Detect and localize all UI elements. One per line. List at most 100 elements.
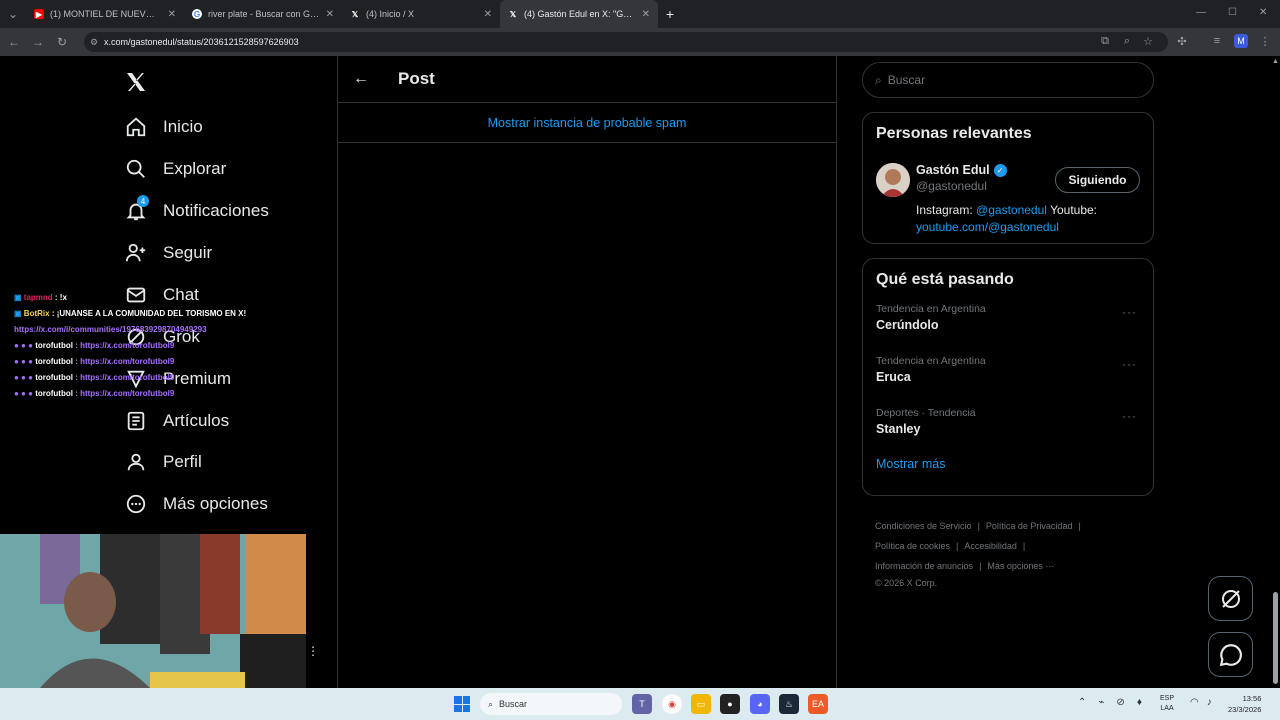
taskbar-search-label: Buscar <box>499 699 528 709</box>
sidebar-item-perfil[interactable]: Perfil <box>124 447 202 477</box>
tab-x-home[interactable]: 𝕏 (4) Inicio / X ✕ <box>342 0 500 28</box>
discord-icon[interactable]: ◕ <box>750 694 770 714</box>
footer-link[interactable]: Política de Privacidad <box>986 521 1073 531</box>
tab-title: (4) Gastón Edul en X: "Gonzalo <box>524 9 636 19</box>
post-header: ← Post <box>338 56 836 103</box>
bookmark-star-icon[interactable]: ☆ <box>1141 34 1155 48</box>
x-logo-icon[interactable] <box>124 70 148 101</box>
language-indicator[interactable]: ESP LAA <box>1160 694 1174 714</box>
network-icon[interactable]: ⌁ <box>1098 697 1104 708</box>
sidebar-item-label: Artículos <box>163 411 230 430</box>
show-more-link[interactable]: Mostrar más <box>863 457 1153 471</box>
forward-icon[interactable]: → <box>26 30 50 54</box>
teams-icon[interactable]: T <box>632 694 652 714</box>
reload-icon[interactable]: ↻ <box>50 30 74 54</box>
chrome-icon[interactable]: ◉ <box>662 694 682 714</box>
bio-link-instagram[interactable]: @gastonedul <box>976 203 1047 217</box>
browser-toolbar: ← → ↻ ⚙ x.com/gastonedul/status/20361215… <box>0 28 1280 56</box>
footer-link[interactable]: Política de cookies <box>875 541 950 551</box>
ea-icon[interactable]: EA <box>808 694 828 714</box>
trend-item[interactable]: Tendencia en Argentina Eruca ··· <box>863 355 1153 407</box>
close-icon[interactable]: ✕ <box>168 9 176 20</box>
more-options-icon[interactable]: ··· <box>1122 357 1137 371</box>
close-window-icon[interactable]: ✕ <box>1259 7 1267 18</box>
new-tab-icon[interactable]: + <box>658 2 682 26</box>
wifi-icon[interactable]: ◠ <box>1190 697 1199 708</box>
chat-text: https://x.com/i/communities/197683929870… <box>14 325 207 334</box>
reading-list-icon[interactable]: ≡ <box>1210 34 1224 48</box>
avatar[interactable] <box>876 163 910 197</box>
site-info-icon[interactable]: ⚙ <box>90 37 98 48</box>
show-spam-link[interactable]: Mostrar instancia de probable spam <box>338 103 836 143</box>
tab-google[interactable]: G river plate - Buscar con Google ✕ <box>184 0 342 28</box>
following-button[interactable]: Siguiendo <box>1055 167 1140 193</box>
close-icon[interactable]: ✕ <box>326 9 334 20</box>
youtube-icon: ▶ <box>34 9 44 19</box>
search-input[interactable]: ⌕ Buscar <box>862 62 1154 98</box>
chat-user: tapmnd <box>23 293 53 302</box>
chevron-up-icon[interactable]: ⌃ <box>1078 697 1086 708</box>
browser-tab-bar: ⌄ ▶ (1) MONTIEL DE NUEVO, SALA ✕ G river… <box>0 0 1280 28</box>
chat-text: : ¡UNANSE A LA COMUNIDAD DEL TORISMO EN … <box>51 309 247 318</box>
clock-date: 23/3/2026 <box>1228 705 1262 714</box>
tab-title: river plate - Buscar con Google <box>208 9 320 19</box>
user-handle: @gastonedul <box>916 179 987 193</box>
close-icon[interactable]: ✕ <box>642 9 650 20</box>
chat-fab-button[interactable] <box>1208 632 1253 677</box>
sidebar-item-explorar[interactable]: Explorar <box>124 154 226 184</box>
chat-text: : https://x.com/torofutbol9 <box>75 373 175 382</box>
sidebar-item-inicio[interactable]: Inicio <box>124 112 203 142</box>
steam-icon[interactable]: ♨ <box>779 694 799 714</box>
footer-link[interactable]: Información de anuncios <box>875 561 973 571</box>
minimize-icon[interactable]: — <box>1196 7 1206 18</box>
footer-link[interactable]: Condiciones de Servicio <box>875 521 972 531</box>
menu-icon[interactable]: ⋮ <box>1258 34 1272 48</box>
zoom-icon[interactable]: ⌕ <box>1120 34 1134 48</box>
footer-link[interactable]: Más opciones ··· <box>987 561 1054 571</box>
sidebar-item-articulos[interactable]: Artículos <box>124 406 229 436</box>
speaker-icon[interactable]: ♪ <box>1207 697 1212 708</box>
more-dots-icon[interactable]: ⋮ <box>307 644 319 658</box>
region-code: LAA <box>1160 705 1174 712</box>
install-icon[interactable]: ⧉ <box>1098 34 1112 48</box>
chat-message: ● ● ● torofutbol : https://x.com/torofut… <box>14 357 175 366</box>
notification-badge: 4 <box>137 195 149 207</box>
trend-item[interactable]: Tendencia en Argentina Cerúndolo ··· <box>863 303 1153 355</box>
taskbar-search[interactable]: ⌕ Buscar <box>480 693 622 715</box>
chat-text: : https://x.com/torofutbol9 <box>75 389 175 398</box>
bio-link-youtube[interactable]: youtube.com/@gastonedul <box>916 220 1059 234</box>
x-icon: 𝕏 <box>509 9 517 19</box>
scrollbar[interactable]: ▲ <box>1270 56 1280 688</box>
folder-icon[interactable]: ▭ <box>691 694 711 714</box>
chat-text: : !x <box>54 293 67 302</box>
scrollbar-thumb[interactable] <box>1273 592 1278 684</box>
close-icon[interactable]: ✕ <box>484 9 492 20</box>
follow-icon <box>124 241 148 265</box>
footer-link[interactable]: Accesibilidad <box>964 541 1017 551</box>
grok-fab-button[interactable] <box>1208 576 1253 621</box>
back-icon[interactable]: ← <box>2 30 26 54</box>
sidebar-item-mas-opciones[interactable]: Más opciones <box>124 489 268 519</box>
windows-start-icon[interactable] <box>454 696 470 712</box>
more-options-icon[interactable]: ··· <box>1122 305 1137 319</box>
maximize-icon[interactable]: ☐ <box>1228 7 1237 18</box>
obs-icon[interactable]: ● <box>720 694 740 714</box>
bio-text: Instagram: <box>916 203 973 217</box>
address-bar[interactable]: ⚙ x.com/gastonedul/status/20361215285976… <box>84 32 1168 52</box>
clock-time: 13:56 <box>1242 694 1262 703</box>
sidebar-item-seguir[interactable]: Seguir <box>124 238 212 268</box>
more-options-icon[interactable]: ··· <box>1122 409 1137 423</box>
extensions-icon[interactable]: ✣ <box>1175 34 1189 48</box>
mic-icon[interactable]: ♦ <box>1137 697 1142 708</box>
sidebar-item-notificaciones[interactable]: 4 Notificaciones <box>124 195 269 226</box>
vpn-icon[interactable]: ⊘ <box>1116 697 1124 708</box>
taskbar-clock[interactable]: 13:56 23/3/2026 <box>1228 693 1261 715</box>
tab-search-chevron-icon[interactable]: ⌄ <box>0 2 26 26</box>
user-name[interactable]: Gastón Edul <box>916 163 990 177</box>
trend-item[interactable]: Deportes · Tendencia Stanley ··· <box>863 407 1153 459</box>
tab-youtube[interactable]: ▶ (1) MONTIEL DE NUEVO, SALA ✕ <box>26 0 184 28</box>
scroll-up-icon[interactable]: ▲ <box>1272 58 1279 65</box>
profile-avatar[interactable]: M <box>1234 34 1248 48</box>
tab-x-post[interactable]: 𝕏 (4) Gastón Edul en X: "Gonzalo ✕ <box>500 0 658 28</box>
back-arrow-icon[interactable]: ← <box>338 70 384 88</box>
